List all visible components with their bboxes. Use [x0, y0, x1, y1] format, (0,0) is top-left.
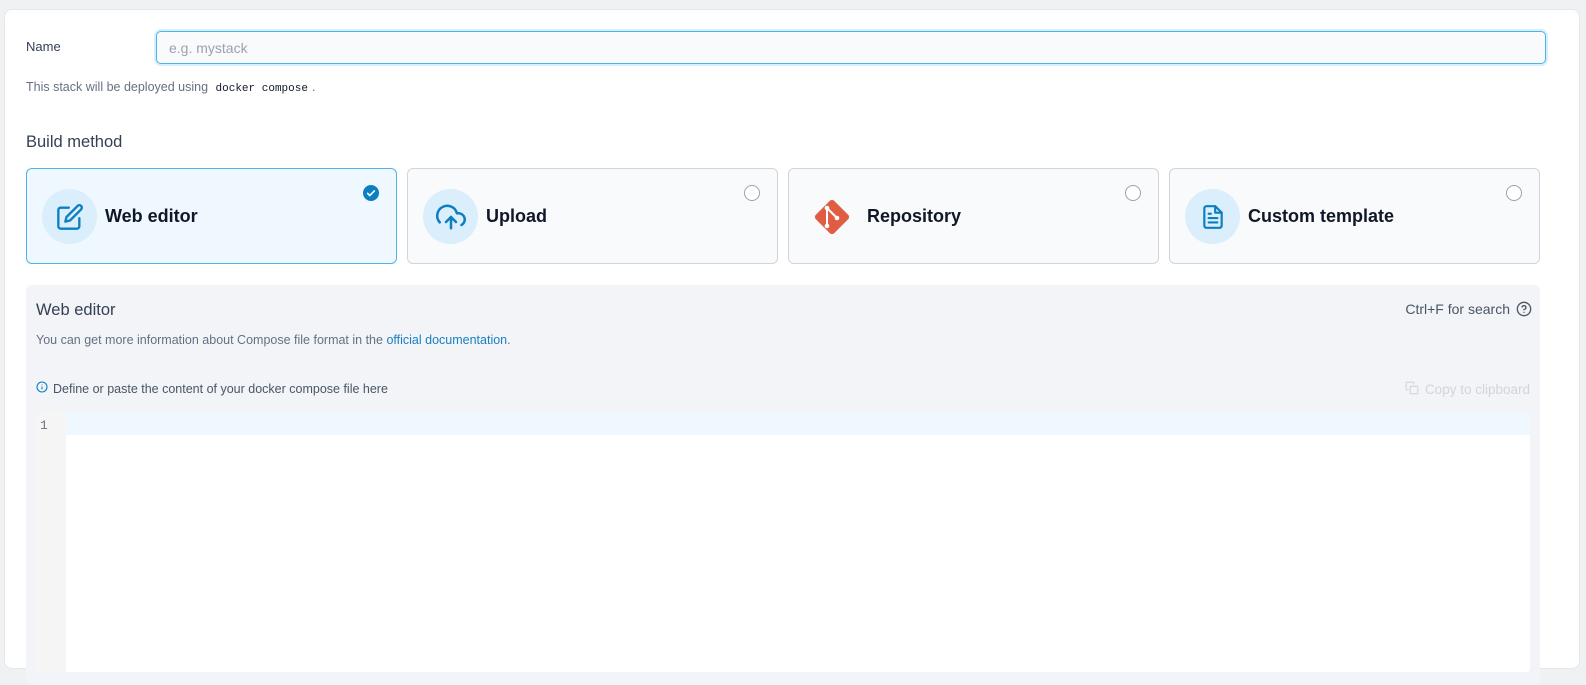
compose-info: You can get more information about Compo…	[36, 333, 511, 347]
edit-icon	[42, 189, 97, 244]
build-method-title: Build method	[26, 133, 123, 151]
radio-icon[interactable]	[1125, 185, 1141, 201]
info-prefix: You can get more information about Compo…	[36, 333, 383, 347]
build-option-label: Web editor	[105, 206, 198, 226]
git-icon	[804, 189, 859, 244]
build-option-label: Custom template	[1248, 206, 1395, 226]
radio-icon[interactable]	[1506, 185, 1522, 201]
name-input[interactable]	[156, 31, 1546, 64]
file-text-icon	[1185, 189, 1240, 244]
editor-title: Web editor	[36, 301, 116, 319]
deploy-code: docker compose	[215, 83, 308, 95]
code-editor[interactable]: 1	[36, 412, 1530, 672]
create-stack-panel: Name This stack will be deployed using d…	[4, 9, 1580, 685]
active-line[interactable]	[66, 412, 1530, 435]
build-option-repository[interactable]: Repository	[788, 168, 1159, 264]
build-option-label: Upload	[486, 206, 547, 226]
define-hint: Define or paste the content of your dock…	[36, 381, 388, 396]
cloud-upload-icon	[423, 189, 478, 244]
line-gutter: 1	[36, 412, 66, 672]
build-option-label: Repository	[867, 206, 962, 226]
info-suffix: .	[507, 333, 511, 347]
line-number: 1	[40, 418, 48, 433]
copy-icon	[1405, 381, 1419, 398]
copy-label: Copy to clipboard	[1424, 382, 1530, 397]
build-option-web-editor[interactable]: Web editor	[26, 168, 397, 264]
deploy-suffix: .	[311, 80, 316, 94]
info-circle-icon	[36, 381, 48, 396]
deploy-note: This stack will be deployed using docker…	[26, 80, 315, 95]
copy-to-clipboard-button[interactable]: Copy to clipboard	[1405, 381, 1530, 398]
deploy-prefix: This stack will be deployed using	[26, 80, 209, 94]
radio-checked-icon[interactable]	[363, 185, 379, 201]
official-documentation-link[interactable]: official documentation	[386, 333, 507, 347]
radio-icon[interactable]	[744, 185, 760, 201]
name-label: Name	[26, 39, 61, 54]
build-option-custom-template[interactable]: Custom template	[1169, 168, 1540, 264]
web-editor-section: Web editor Ctrl+F for search You can get…	[26, 285, 1540, 685]
build-option-upload[interactable]: Upload	[407, 168, 778, 264]
define-text: Define or paste the content of your dock…	[53, 381, 388, 396]
search-hint: Ctrl+F for search	[1405, 301, 1510, 317]
help-icon[interactable]	[1516, 301, 1532, 322]
